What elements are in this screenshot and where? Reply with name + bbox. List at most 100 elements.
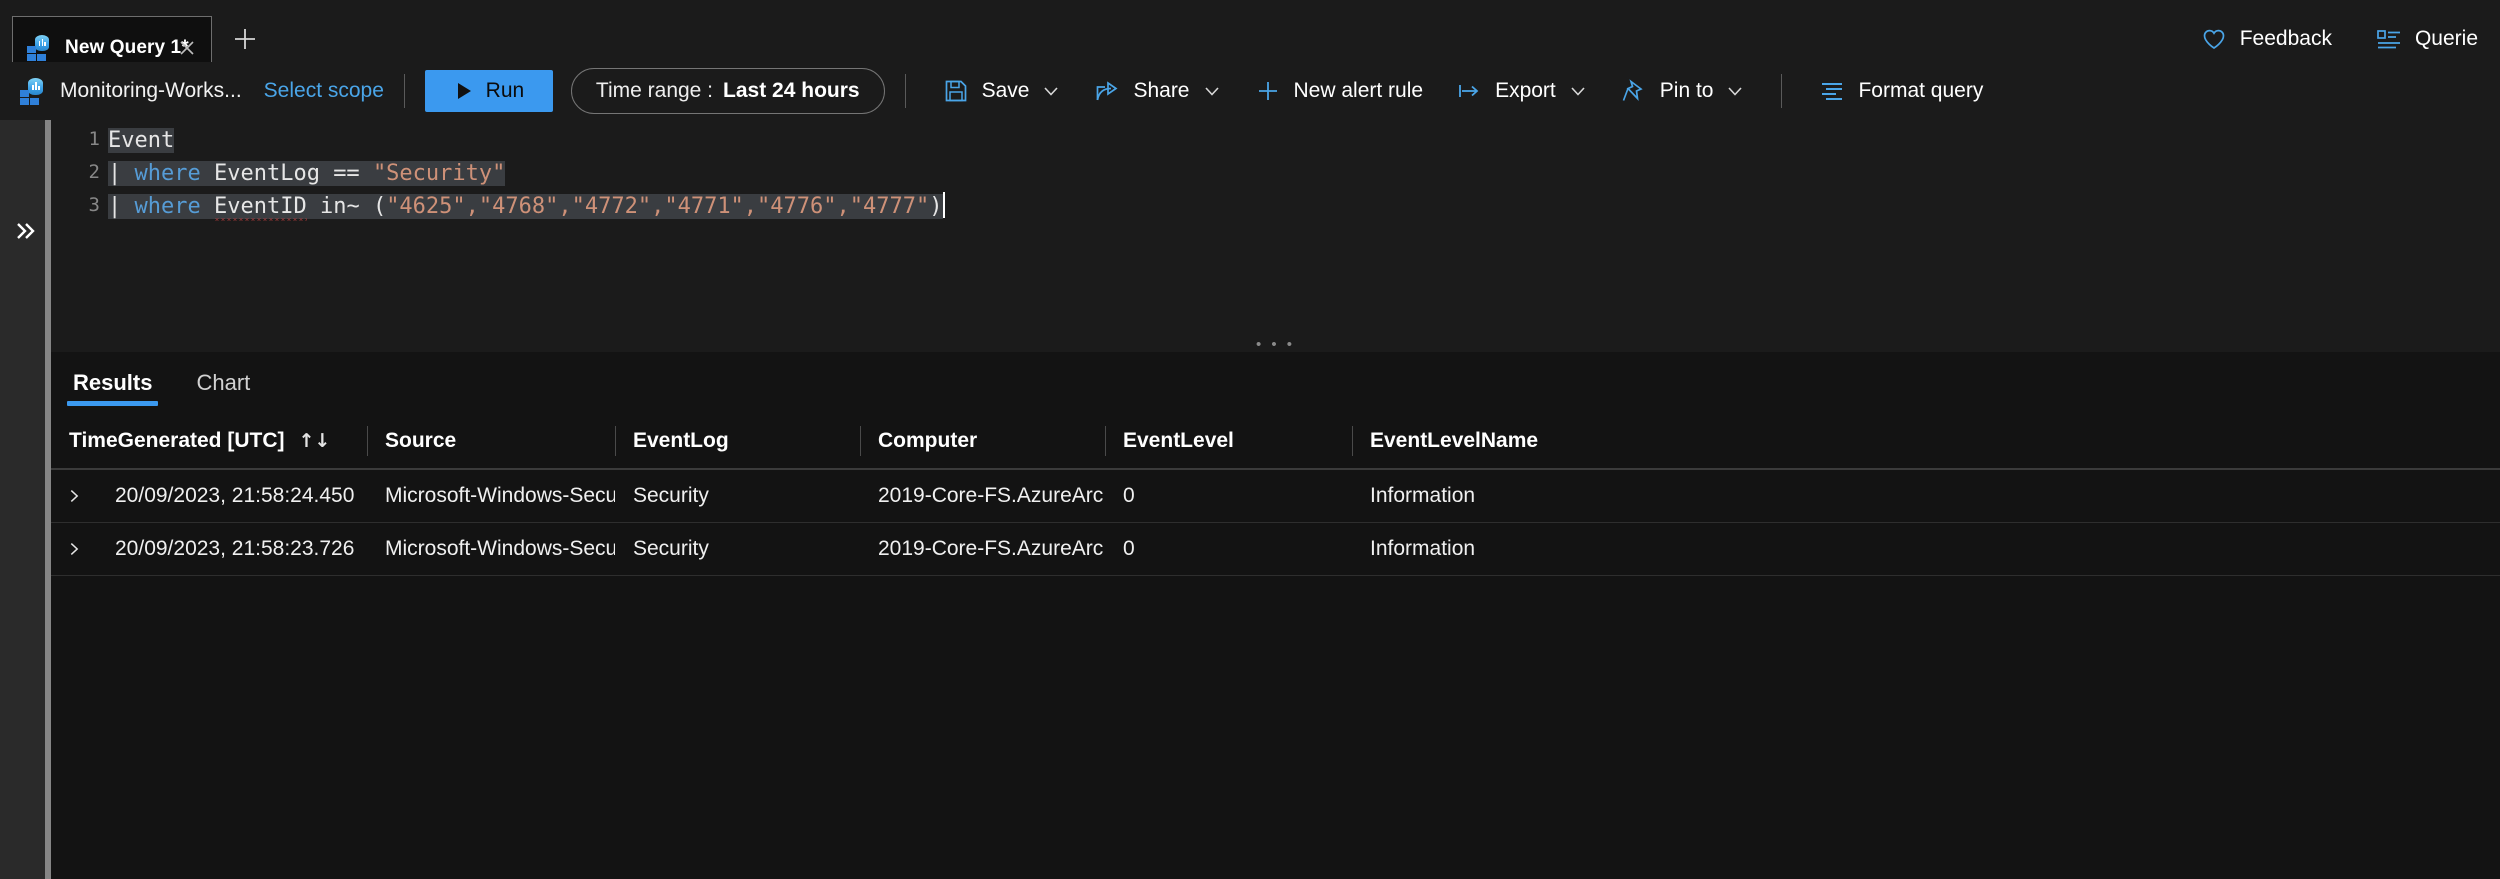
cell-timegenerated: 20/09/2023, 21:58:24.450: [115, 484, 355, 507]
chevron-double-right-icon[interactable]: [12, 218, 38, 244]
cell-source: Microsoft-Windows-Security...: [385, 537, 615, 560]
line-number: 2: [88, 161, 100, 183]
code-token-string: "Security": [372, 161, 506, 186]
code-token-id-list: "4625","4768","4772","4771","4776","4777…: [386, 194, 930, 219]
save-button[interactable]: Save: [926, 69, 1078, 113]
pin-to-button[interactable]: Pin to: [1604, 69, 1762, 113]
sort-updown-icon[interactable]: ↑↓: [299, 430, 331, 452]
code-token-paren-open: (: [372, 194, 387, 219]
query-tab-label: New Query 1*: [65, 36, 189, 58]
save-disk-icon: [942, 77, 970, 105]
select-scope-link[interactable]: Select scope: [264, 79, 384, 103]
queries-button[interactable]: Querie: [2354, 19, 2500, 59]
chevron-down-icon[interactable]: [1725, 81, 1745, 101]
time-range-prefix: Time range :: [595, 79, 714, 102]
chevron-right-icon[interactable]: [51, 540, 97, 558]
column-header-label: EventLog: [633, 429, 729, 452]
results-grid: TimeGenerated [UTC] ↑↓ Source EventLog C…: [51, 414, 2500, 576]
code-token-pipe: |: [108, 161, 135, 186]
row-expander[interactable]: [51, 523, 97, 575]
code-line-3: | where EventID in~ ("4625","4768","4772…: [108, 190, 945, 223]
table-row[interactable]: 20/09/2023, 21:58:23.726 Microsoft-Windo…: [51, 523, 2500, 576]
top-right-actions: Feedback Querie: [2179, 19, 2500, 59]
new-alert-rule-button[interactable]: New alert rule: [1238, 69, 1440, 113]
code-token-field: EventLog: [200, 161, 334, 186]
query-editor[interactable]: 1 2 3 Event | where EventLog == "Securit…: [51, 120, 2500, 338]
command-bar: Monitoring-Works... Select scope Run Tim…: [0, 62, 2500, 120]
cell-eventlevelname: Information: [1370, 484, 1476, 507]
row-expander[interactable]: [51, 470, 97, 522]
cell-eventlog: Security: [633, 484, 709, 507]
editor-code[interactable]: Event | where EventLog == "Security" | w…: [108, 120, 2500, 338]
log-analytics-icon: [20, 78, 47, 106]
export-button[interactable]: Export: [1439, 69, 1604, 113]
log-analytics-query-app: New Query 1* Feedback Querie Monitoring-…: [0, 0, 2500, 879]
code-line-2: | where EventLog == "Security": [108, 157, 506, 190]
feedback-button[interactable]: Feedback: [2179, 19, 2354, 59]
column-header-eventlevelname[interactable]: EventLevelName: [1352, 414, 1752, 468]
time-range-value: Last 24 hours: [723, 79, 860, 102]
table-row[interactable]: 20/09/2023, 21:58:24.450 Microsoft-Windo…: [51, 470, 2500, 523]
tab-strip: New Query 1* Feedback Querie: [0, 0, 2500, 78]
line-number: 3: [88, 194, 100, 216]
column-header-source[interactable]: Source: [367, 414, 615, 468]
results-grid-header: TimeGenerated [UTC] ↑↓ Source EventLog C…: [51, 414, 2500, 470]
cell-eventlevel: 0: [1123, 484, 1135, 507]
cell-computer: 2019-Core-FS.AzureArc.lab: [878, 537, 1105, 560]
save-label: Save: [981, 79, 1030, 102]
code-token-in-operator: in~: [306, 194, 373, 219]
tab-results-label: Results: [73, 370, 153, 395]
column-header-computer[interactable]: Computer: [860, 414, 1105, 468]
column-header-label: Source: [385, 429, 457, 452]
new-tab-button[interactable]: [228, 22, 262, 56]
column-header-label: EventLevelName: [1370, 429, 1539, 452]
code-token-where: where: [134, 161, 201, 186]
chevron-down-icon[interactable]: [1202, 81, 1222, 101]
cell-eventlevelname: Information: [1370, 537, 1476, 560]
column-header-label: TimeGenerated [UTC]: [69, 429, 285, 452]
cell-eventlog: Security: [633, 537, 709, 560]
workspace-scope[interactable]: Monitoring-Works...: [0, 78, 242, 106]
close-icon[interactable]: [177, 38, 197, 58]
log-analytics-icon: [27, 35, 53, 61]
code-token-field: EventID: [213, 194, 307, 219]
play-icon: [454, 80, 476, 102]
cell-timegenerated: 20/09/2023, 21:58:23.726: [115, 537, 355, 560]
column-header-eventlevel[interactable]: EventLevel: [1105, 414, 1352, 468]
queries-label: Querie: [2414, 27, 2478, 50]
format-query-label: Format query: [1858, 79, 1984, 102]
queries-list-icon: [2376, 26, 2402, 52]
line-number: 1: [88, 128, 100, 150]
time-range-picker[interactable]: Time range : Last 24 hours: [570, 68, 885, 114]
results-panel: Results Chart TimeGenerated [UTC] ↑↓ Sou…: [51, 352, 2500, 879]
editor-results-splitter[interactable]: • • •: [51, 336, 2500, 353]
chevron-down-icon[interactable]: [1041, 81, 1061, 101]
column-header-timegenerated[interactable]: TimeGenerated [UTC] ↑↓: [51, 414, 367, 468]
code-token-operator: ==: [333, 161, 373, 186]
export-label: Export: [1495, 79, 1556, 102]
cell-eventlevel: 0: [1123, 537, 1135, 560]
tab-results[interactable]: Results: [51, 352, 174, 414]
divider: [403, 74, 405, 108]
pin-icon: [1620, 77, 1648, 105]
column-header-label: EventLevel: [1123, 429, 1234, 452]
left-rail: [0, 120, 45, 879]
format-query-button[interactable]: Format query: [1802, 69, 1999, 113]
chevron-right-icon[interactable]: [51, 487, 97, 505]
pin-to-label: Pin to: [1659, 79, 1714, 102]
run-button[interactable]: Run: [424, 70, 553, 112]
tab-chart[interactable]: Chart: [174, 352, 272, 414]
run-label: Run: [485, 79, 525, 102]
cell-computer: 2019-Core-FS.AzureArc.lab: [878, 484, 1105, 507]
share-button[interactable]: Share: [1077, 69, 1237, 113]
splitter-grip-icon: • • •: [1255, 336, 1296, 353]
chevron-down-icon[interactable]: [1568, 81, 1588, 101]
export-arrow-icon: [1455, 77, 1483, 105]
editor-gutter: 1 2 3: [51, 120, 108, 338]
feedback-label: Feedback: [2239, 27, 2332, 50]
code-token-event: Event: [108, 128, 175, 153]
code-token-pipe: |: [108, 194, 135, 219]
column-header-eventlog[interactable]: EventLog: [615, 414, 860, 468]
code-token-where: where: [134, 194, 201, 219]
new-alert-rule-label: New alert rule: [1293, 79, 1424, 102]
